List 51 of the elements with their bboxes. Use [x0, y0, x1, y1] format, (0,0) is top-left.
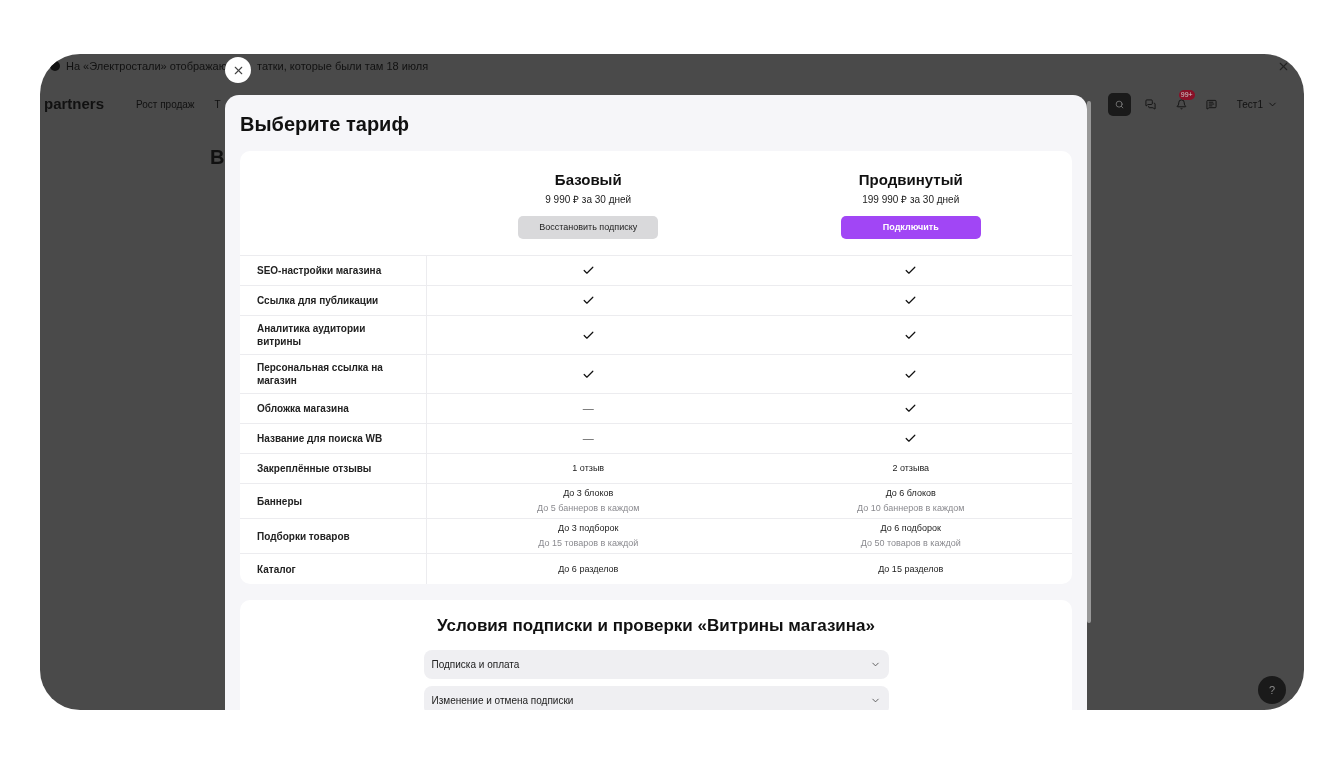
page-heading: В [210, 146, 225, 168]
modal-title: Выберите тариф [240, 112, 410, 137]
plan-price: 199 990 ₽ за 30 дней [862, 193, 960, 207]
plan-price: 9 990 ₽ за 30 дней [545, 193, 632, 207]
plan-button[interactable]: Восстановить подписку [518, 216, 659, 239]
feature-value: До 6 подборок [880, 522, 941, 535]
feature-note: До 5 баннеров в каждом [537, 502, 640, 515]
banner-text: татки, которые были там 18 июля [256, 58, 429, 74]
bell-icon[interactable] [1175, 98, 1187, 110]
feature-value: До 15 разделов [878, 562, 944, 576]
feature-value: 2 отзыва [892, 462, 930, 475]
plan-name: Базовый [554, 171, 622, 189]
check-icon [904, 264, 918, 277]
feature-name: Подборки товаров [257, 529, 350, 543]
feature-name: SEO-настройки магазина [257, 264, 382, 277]
accordion-item[interactable]: Изменение и отмена подписки [423, 686, 889, 710]
dash-mark: — [582, 431, 594, 447]
feature-value: До 6 разделов [558, 562, 619, 576]
search-button[interactable] [1107, 92, 1131, 116]
banner-text: На «Электростали» отображаю [66, 58, 227, 74]
feature-name: Баннеры [257, 494, 303, 508]
feature-note: До 50 товаров в каждой [860, 537, 961, 550]
terms-title: Условия подписки и проверки «Витрины магазина» [437, 615, 875, 637]
scrollbar-thumb[interactable] [1087, 101, 1091, 623]
feature-value: До 3 подборок [558, 522, 619, 535]
plan-name: Продвинутый [858, 171, 963, 189]
feedback-icon[interactable] [1205, 98, 1217, 110]
feature-name: Закреплённые отзывы [257, 462, 372, 475]
check-icon [904, 294, 918, 307]
modal-close-button[interactable] [225, 57, 251, 83]
help-button[interactable]: ? [1258, 676, 1286, 704]
check-icon [904, 432, 918, 445]
feature-name: Ссылка для публикации [257, 294, 379, 307]
search-icon [1114, 99, 1124, 109]
check-icon [581, 294, 595, 307]
feature-note: До 10 баннеров в каждом [857, 502, 965, 515]
feature-name: Каталог [257, 562, 296, 576]
feature-name: Персональная ссылка на магазин [257, 361, 384, 387]
feature-note: До 15 товаров в каждой [538, 537, 639, 550]
plan-button[interactable]: Подключить [840, 216, 981, 239]
dash-mark: — [582, 401, 594, 417]
accordion-item[interactable]: Подписка и оплата [423, 650, 889, 679]
feature-name: Обложка магазина [257, 402, 349, 415]
feature-name: Аналитика аудитории витрины [257, 322, 367, 348]
feature-value: До 6 блоков [885, 487, 936, 500]
check-icon [581, 264, 595, 277]
feature-value: До 3 блоков [563, 487, 614, 500]
feature-value: 1 отзыв [572, 462, 605, 475]
chat-icon[interactable] [1144, 98, 1156, 110]
check-icon [904, 402, 918, 415]
feature-name: Название для поиска WB [257, 432, 383, 445]
